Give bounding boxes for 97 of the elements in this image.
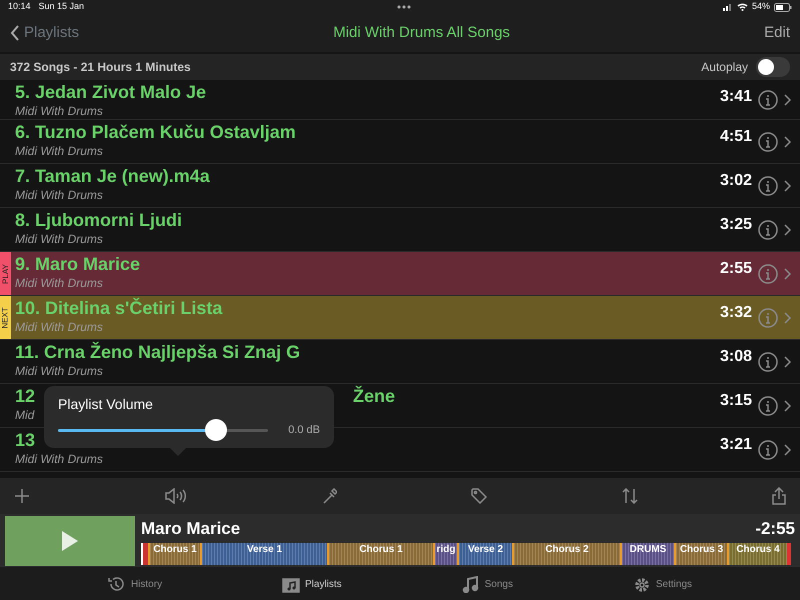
song-row[interactable]: 11. Crna Ženo Najljepša Si Znaj G Midi With Drums 3:08: [0, 340, 800, 384]
song-title: 7. Taman Je (new).m4a: [15, 165, 210, 188]
status-date: Sun 15 Jan: [38, 0, 84, 14]
now-playing-title: Maro Marice: [141, 518, 240, 540]
info-icon[interactable]: [758, 352, 778, 372]
info-icon[interactable]: [758, 132, 778, 152]
chevron-right-icon: [784, 180, 791, 192]
song-title: 9. Maro Marice: [15, 253, 140, 276]
song-duration: 3:25: [718, 215, 752, 235]
chevron-right-icon: [784, 400, 791, 412]
tab-item[interactable]: Settings: [626, 575, 698, 594]
song-artist: Midi With Drums: [15, 144, 104, 158]
battery-level: 54%: [752, 0, 770, 14]
song-duration: 4:51: [718, 127, 752, 147]
tab-item[interactable]: Playlists: [276, 575, 348, 594]
battery-icon: [774, 2, 792, 12]
song-artist: Midi With Drums: [15, 104, 104, 118]
song-title: 6. Tuzno Plačem Kuču Ostavljam: [15, 121, 296, 144]
song-row[interactable]: 5. Jedan Zivot Malo Je Midi With Drums 3:41: [0, 80, 800, 120]
music-note-icon: [462, 576, 480, 593]
song-duration: 3:02: [718, 171, 752, 191]
waveform-end-marker: [787, 543, 791, 565]
play-icon: [61, 530, 79, 552]
waveform-section[interactable]: Chorus 1: [148, 543, 200, 565]
song-title: 13: [15, 429, 36, 452]
folder-music-icon: [282, 576, 300, 593]
waveform-section[interactable]: Chorus 1: [327, 543, 433, 565]
share-icon[interactable]: [772, 487, 786, 505]
swap-arrows-icon[interactable]: [622, 488, 638, 504]
status-time: 10:14: [8, 0, 31, 14]
info-icon[interactable]: [758, 396, 778, 416]
song-artist: Midi With Drums: [15, 320, 104, 334]
nav-title: Midi With Drums All Songs: [333, 22, 510, 43]
back-button[interactable]: Playlists: [10, 22, 80, 44]
song-title: 5. Jedan Zivot Malo Je: [15, 81, 206, 104]
song-artist: Midi With Drums: [15, 452, 104, 466]
song-duration: 3:41: [718, 87, 752, 107]
wifi-icon: [736, 3, 748, 11]
song-row[interactable]: NEXT 10. Ditelina s'Četiri Lista Midi With Drums 3:32: [0, 296, 800, 340]
chevron-right-icon: [784, 444, 791, 456]
song-title: Žene: [352, 384, 395, 408]
waveform-section[interactable]: Chorus 2: [512, 543, 620, 565]
edit-button[interactable]: Edit: [764, 22, 790, 44]
waveform-start-marker: [141, 543, 148, 565]
history-icon: [108, 576, 126, 593]
info-icon[interactable]: [758, 264, 778, 284]
queue-marker: PLAY: [0, 264, 10, 284]
chevron-right-icon: [784, 224, 791, 236]
chevron-right-icon: [784, 94, 791, 106]
song-title: 12: [15, 385, 36, 408]
chevron-right-icon: [784, 312, 791, 324]
chevron-right-icon: [784, 356, 791, 368]
song-duration: 2:55: [718, 259, 752, 279]
tab-item[interactable]: Songs: [456, 575, 519, 594]
song-duration: 3:32: [718, 303, 752, 323]
waveform-section[interactable]: Verse 2: [457, 543, 512, 565]
waveform-section[interactable]: Verse 1: [200, 543, 327, 565]
song-row[interactable]: 6. Tuzno Plačem Kuču Ostavljam Midi With Drums 4:51: [0, 120, 800, 164]
chevron-right-icon: [784, 136, 791, 148]
popover-title: Playlist Volume: [58, 395, 154, 414]
waveform-section[interactable]: Chorus 3: [674, 543, 727, 565]
song-duration: 3:08: [718, 347, 752, 367]
song-title: 11. Crna Ženo Najljepša Si Znaj G: [15, 340, 300, 364]
volume-slider[interactable]: [58, 419, 268, 441]
song-artist: Midi With Drums: [15, 364, 104, 378]
autoplay-label: Autoplay: [701, 59, 748, 76]
signal-icon: [722, 3, 733, 11]
song-artist: Mid: [15, 408, 36, 422]
more-dots-icon: [396, 5, 411, 9]
song-title: 8. Ljubomorni Ljudi: [15, 209, 182, 232]
chevron-left-icon: [10, 25, 20, 41]
song-duration: 3:15: [718, 391, 752, 411]
song-title: 10. Ditelina s'Četiri Lista: [15, 296, 222, 320]
info-icon[interactable]: [758, 440, 778, 460]
tab-item[interactable]: History: [102, 575, 168, 594]
queue-marker: NEXT: [0, 306, 10, 328]
song-duration: 3:21: [718, 435, 752, 455]
waveform-section[interactable]: ridg: [433, 543, 457, 565]
autoplay-toggle[interactable]: [756, 57, 790, 77]
song-row[interactable]: 7. Taman Je (new).m4a Midi With Drums 3:02: [0, 164, 800, 208]
settings-icon: [632, 576, 651, 593]
song-artist: Midi With Drums: [15, 276, 104, 290]
eyedropper-icon[interactable]: [322, 488, 337, 504]
waveform-section[interactable]: Chorus 4: [727, 543, 787, 565]
info-icon[interactable]: [758, 220, 778, 240]
chevron-right-icon: [784, 268, 791, 280]
song-artist: Midi With Drums: [15, 232, 104, 246]
play-button[interactable]: [5, 516, 135, 566]
tag-icon[interactable]: [471, 488, 488, 504]
remaining-time: -2:55: [755, 518, 795, 540]
info-icon[interactable]: [758, 176, 778, 196]
add-icon[interactable]: [14, 488, 30, 504]
song-artist: Midi With Drums: [15, 188, 104, 202]
speaker-icon[interactable]: [164, 488, 188, 504]
song-summary: 372 Songs - 21 Hours 1 Minutes: [10, 59, 191, 76]
info-icon[interactable]: [758, 90, 778, 110]
waveform-section[interactable]: DRUMS: [620, 543, 674, 565]
